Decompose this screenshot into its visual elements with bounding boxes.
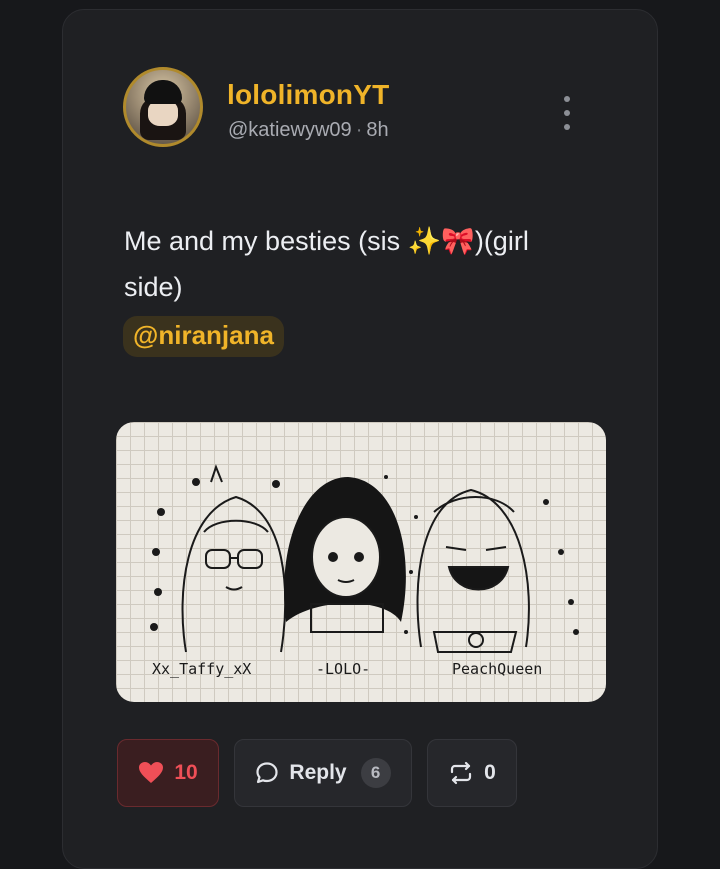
figure-left	[181, 464, 287, 653]
heart-icon	[138, 761, 164, 785]
figure-right	[416, 488, 530, 653]
meta-separator: ·	[355, 119, 363, 141]
caption-peachqueen: PeachQueen	[452, 660, 543, 678]
like-button[interactable]: 10	[117, 739, 219, 807]
more-vertical-icon	[564, 96, 570, 102]
reply-label: Reply	[289, 761, 347, 784]
figure-middle	[284, 477, 406, 633]
author-name[interactable]: lololimonYT	[227, 79, 389, 111]
post-image[interactable]: Xx_Taffy_xX -LOLO- PeachQueen	[116, 422, 606, 702]
avatar-hat	[144, 80, 182, 104]
author-avatar[interactable]	[123, 67, 203, 147]
repost-icon	[448, 761, 474, 785]
post-time: 8h	[366, 119, 389, 141]
reply-button[interactable]: Reply 6	[234, 739, 412, 807]
more-dot-3	[564, 124, 570, 130]
author-meta: @katiewyw09 · 8h	[228, 119, 389, 142]
post-text: Me and my besties (sis ✨🎀)(girl side)	[124, 226, 529, 302]
more-dot-2	[564, 110, 570, 116]
more-options-button[interactable]	[555, 96, 579, 130]
reply-count-badge: 6	[360, 758, 391, 788]
repost-count: 0	[484, 761, 496, 784]
caption-taffy: Xx_Taffy_xX	[152, 660, 252, 678]
author-handle[interactable]: @katiewyw09	[228, 119, 352, 141]
caption-lolo: -LOLO-	[316, 660, 371, 678]
like-count: 10	[174, 761, 198, 784]
post-card: lololimonYT @katiewyw09 · 8h Me and my bes…	[62, 9, 658, 869]
mention-tag[interactable]: @niranjana	[123, 316, 284, 357]
speech-bubble-icon	[255, 761, 279, 785]
repost-button[interactable]: 0	[427, 739, 517, 807]
